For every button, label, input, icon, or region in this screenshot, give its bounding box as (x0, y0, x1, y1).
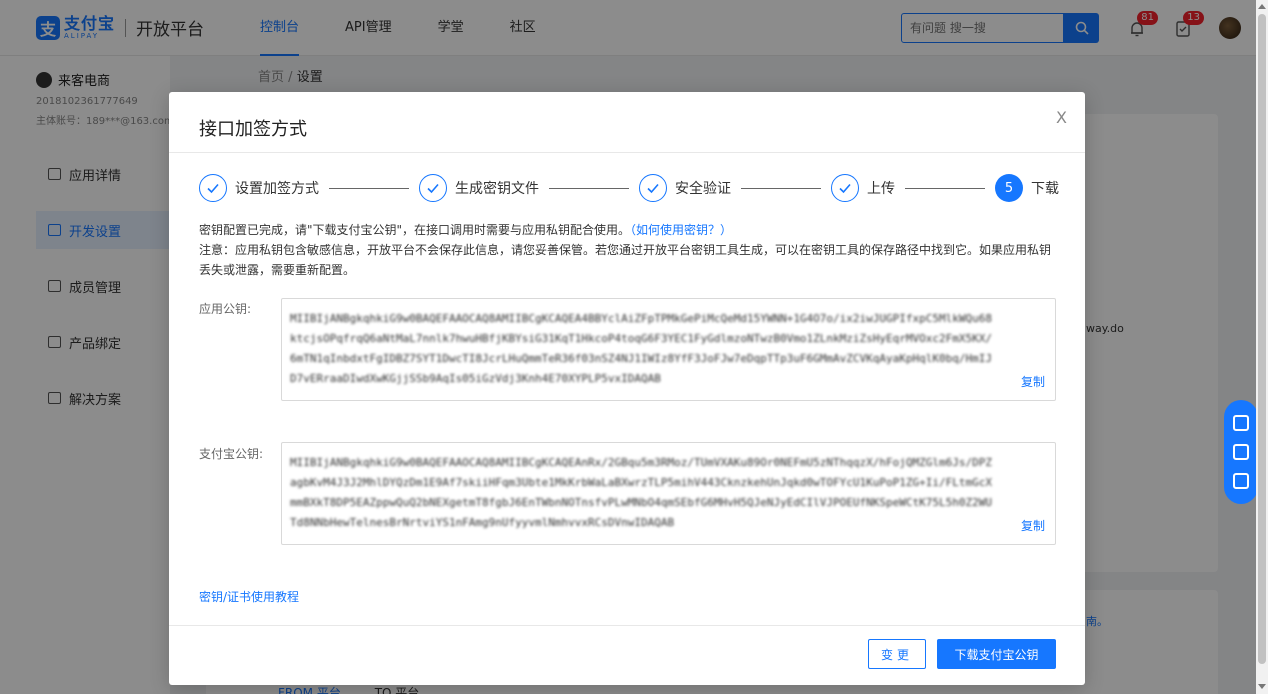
app-public-key-value: MIIBIjANBgkqhkiG9w0BAQEFAAOCAQ8AMIIBCgKC… (290, 312, 992, 385)
alipay-public-key-label: 支付宝公钥: (199, 447, 264, 461)
signing-method-dialog: 接口加签方式 X 设置加签方式 生成密钥文件 安全验证 上传 5 下载 密钥配置… (169, 92, 1085, 685)
dialog-footer-divider (169, 625, 1085, 626)
scroll-up-arrow[interactable] (1258, 4, 1266, 9)
step-label: 上传 (867, 181, 895, 197)
alipay-public-key-box[interactable]: MIIBIjANBgkqhkiG9w0BAQEFAAOCAQ8AMIIBCgKC… (281, 442, 1056, 545)
feedback-icon[interactable] (1233, 473, 1249, 490)
check-icon (831, 174, 859, 202)
how-to-use-key-link[interactable]: （如何使用密钥？） (630, 223, 732, 237)
check-icon (639, 174, 667, 202)
close-icon[interactable]: X (1056, 108, 1067, 127)
change-button[interactable]: 变更 (868, 639, 926, 669)
step-set-signing-method: 设置加签方式 (199, 174, 319, 202)
step-label: 设置加签方式 (235, 181, 319, 197)
app-public-key-box[interactable]: MIIBIjANBgkqhkiG9w0BAQEFAAOCAQ8AMIIBCgKC… (281, 298, 1056, 401)
copy-alipay-public-key-button[interactable]: 复制 (1021, 516, 1045, 536)
step-label: 生成密钥文件 (455, 181, 539, 197)
step-upload: 上传 (831, 174, 895, 202)
step-connector (741, 187, 821, 189)
key-certificate-tutorial-link[interactable]: 密钥/证书使用教程 (199, 588, 299, 605)
help-icon[interactable] (1233, 414, 1249, 431)
step-label: 安全验证 (675, 181, 731, 197)
chat-icon[interactable] (1233, 443, 1249, 460)
download-alipay-public-key-button[interactable]: 下载支付宝公钥 (937, 639, 1056, 669)
step-connector (329, 187, 409, 189)
step-connector (905, 187, 985, 189)
notice-text: 密钥配置已完成，请"下载支付宝公钥"，在接口调用时需要与应用私钥配合使用。 (199, 223, 631, 237)
completion-notice: 密钥配置已完成，请"下载支付宝公钥"，在接口调用时需要与应用私钥配合使用。（如何… (199, 220, 1059, 280)
copy-app-public-key-button[interactable]: 复制 (1021, 372, 1045, 392)
dialog-title: 接口加签方式 (199, 119, 307, 140)
alipay-public-key-value: MIIBIjANBgkqhkiG9w0BAQEFAAOCAQ8AMIIBCgKC… (290, 456, 992, 529)
app-public-key-label: 应用公钥: (199, 302, 252, 316)
step-connector (549, 187, 629, 189)
check-icon (419, 174, 447, 202)
dialog-header-divider (169, 152, 1085, 153)
step-security-verification: 安全验证 (639, 174, 731, 202)
scroll-down-arrow[interactable] (1258, 684, 1266, 689)
scrollbar-thumb[interactable] (1258, 14, 1266, 664)
notice-warning: 注意：应用私钥包含敏感信息，开放平台不会保存此信息，请您妥善保管。若您通过开放平… (199, 243, 1052, 277)
step-label: 下载 (1031, 181, 1059, 197)
progress-steps: 设置加签方式 生成密钥文件 安全验证 上传 5 下载 (199, 172, 1059, 204)
floating-help-bar (1224, 400, 1258, 504)
step-number: 5 (995, 174, 1023, 202)
step-download: 5 下载 (995, 174, 1059, 202)
check-icon (199, 174, 227, 202)
step-generate-key-file: 生成密钥文件 (419, 174, 539, 202)
